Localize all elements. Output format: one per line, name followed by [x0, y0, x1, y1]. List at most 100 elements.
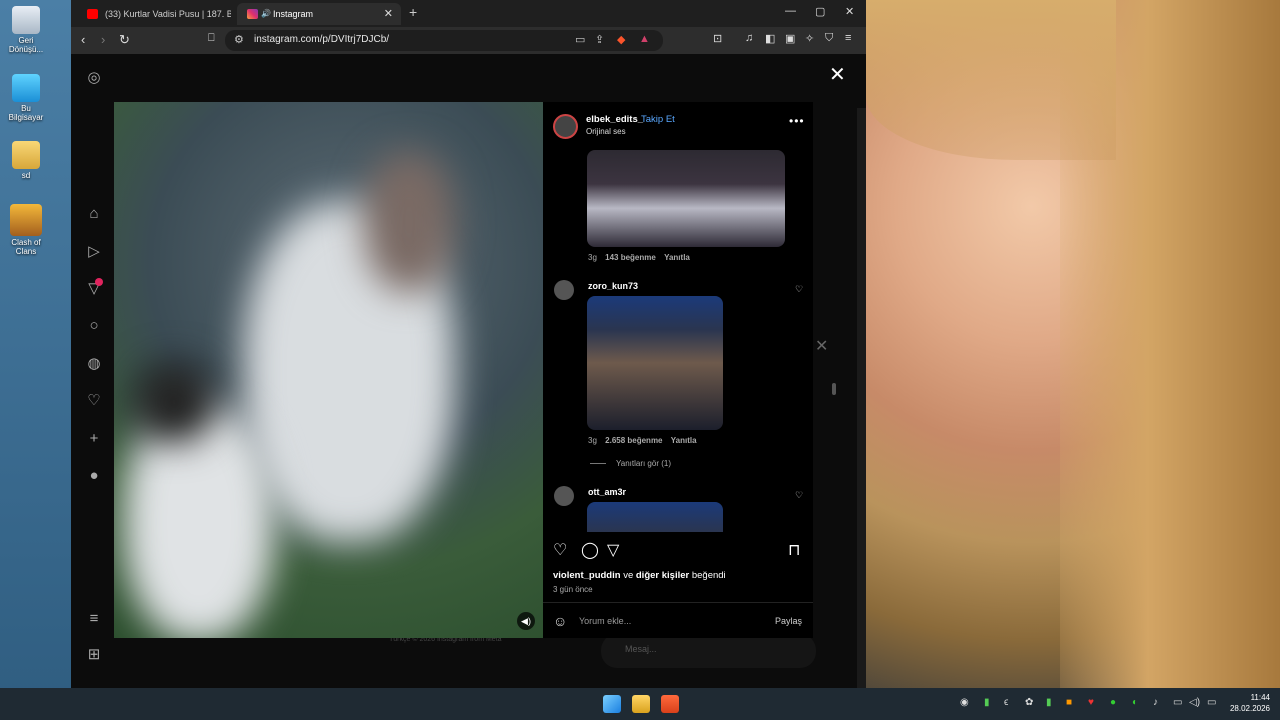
reply-button[interactable]: Yanıtla	[664, 253, 690, 262]
mute-toggle-icon[interactable]: ◀)	[517, 612, 535, 630]
reels-icon[interactable]: ▷	[85, 243, 103, 261]
comment-like-icon[interactable]: ♡	[795, 284, 803, 295]
also-from-meta-icon[interactable]: ⊞	[85, 646, 103, 664]
tray-app-icon[interactable]: ◉	[960, 697, 969, 708]
liked-by-suffix: beğendi	[689, 570, 726, 581]
instagram-icon	[247, 9, 258, 19]
share-icon[interactable]: ⇪	[595, 33, 604, 46]
tab-youtube[interactable]: (33) Kurtlar Vadisi Pusu | 187. Bölüm	[77, 3, 231, 25]
brave-rewards-icon[interactable]: ▲	[639, 33, 650, 45]
wallet-icon[interactable]: ▣	[785, 32, 795, 45]
brave-browser-icon[interactable]	[661, 695, 679, 713]
reload-icon[interactable]: ↻	[119, 32, 130, 48]
share-icon[interactable]: ▽	[607, 540, 619, 560]
messages-icon[interactable]: ▽	[85, 278, 103, 298]
author-avatar[interactable]	[553, 114, 578, 139]
comment-age: 3g	[588, 253, 597, 262]
background-message-bar: Mesaj...	[601, 634, 816, 668]
separator-dot: •	[633, 114, 637, 124]
minimize-button[interactable]: —	[785, 5, 796, 17]
tray-app-icon[interactable]: ◐	[1132, 697, 1138, 708]
menu-icon[interactable]: ≡	[845, 32, 851, 44]
tab-search-icon[interactable]: ⊡	[713, 32, 722, 45]
cast-icon[interactable]: ▭	[575, 33, 585, 46]
more-options-icon[interactable]: •••	[789, 114, 805, 128]
more-menu-icon[interactable]: ≡	[85, 610, 103, 628]
window-close-button[interactable]: ✕	[845, 5, 854, 18]
speaker-icon[interactable]: 🔊	[261, 3, 271, 25]
forward-icon[interactable]: ›	[101, 32, 105, 47]
emoji-icon[interactable]: ☺	[553, 613, 567, 629]
volume-icon[interactable]: ◁)	[1189, 697, 1200, 708]
taskbar: ◉ ▮ ϵ ✿ ▮ ■ ♥ ● ◐ ♪ ▭ ◁) ▭ 11:44 28.02.2…	[0, 688, 1280, 720]
explore-icon[interactable]: ◍	[85, 355, 103, 373]
tray-app-icon[interactable]: ♥	[1088, 697, 1094, 708]
like-icon[interactable]: ♡	[553, 540, 567, 560]
tray-app-icon[interactable]: ▮	[984, 697, 990, 708]
start-icon[interactable]	[603, 695, 621, 713]
comment-like-icon[interactable]: ♡	[795, 490, 803, 501]
tray-app-icon[interactable]: ϵ	[1004, 697, 1008, 708]
desktop-icon-recycle-bin[interactable]: Geri Dönüşü...	[4, 6, 48, 54]
liked-by-others[interactable]: diğer kişiler	[636, 570, 689, 581]
commenter-username[interactable]: ott_am3r	[588, 487, 626, 497]
url-text[interactable]: instagram.com/p/DVItrj7DJCb/	[254, 34, 389, 45]
tab-title: Instagram	[273, 9, 314, 19]
commenter-username[interactable]: zoro_kun73	[588, 281, 638, 291]
back-icon[interactable]: ‹	[81, 32, 85, 47]
comment-gif[interactable]	[587, 296, 723, 430]
battery-icon[interactable]: ▭	[1207, 697, 1216, 708]
computer-icon	[12, 74, 40, 102]
desktop-icon-clash-of-clans[interactable]: Clash of Clans	[4, 204, 48, 256]
instagram-logo-icon[interactable]: ◎	[85, 69, 103, 87]
comment-likes[interactable]: 2.658 beğenme	[605, 436, 662, 445]
vpn-icon[interactable]: ⛉	[825, 32, 833, 45]
new-tab-button[interactable]: +	[409, 4, 417, 20]
page-scrollbar[interactable]	[857, 108, 866, 720]
network-icon[interactable]: ▭	[1173, 697, 1182, 708]
site-settings-icon[interactable]: ⚙	[234, 33, 244, 46]
leo-ai-icon[interactable]: ✧	[805, 32, 814, 45]
tray-app-icon[interactable]: ✿	[1025, 697, 1033, 708]
comment-input[interactable]: Yorum ekle...	[579, 616, 631, 626]
brave-shield-icon[interactable]: ◆	[617, 33, 625, 46]
notifications-icon[interactable]: ♡	[85, 392, 103, 410]
tray-app-icon[interactable]: ■	[1066, 697, 1072, 708]
tray-app-icon[interactable]: ▮	[1046, 697, 1052, 708]
post-video[interactable]: ◀)	[114, 102, 543, 638]
microphone-icon[interactable]: ♪	[1153, 697, 1158, 708]
liked-by-user[interactable]: violent_puddin	[553, 570, 621, 581]
close-modal-icon[interactable]: ✕	[829, 62, 846, 87]
profile-avatar-icon[interactable]: ●	[85, 467, 103, 485]
reply-button[interactable]: Yanıtla	[671, 436, 697, 445]
view-replies-button[interactable]: Yanıtları gör (1)	[590, 459, 671, 468]
audio-label[interactable]: Orijinal ses	[586, 127, 626, 136]
file-explorer-icon[interactable]	[632, 695, 650, 713]
post-comment-button[interactable]: Paylaş	[775, 616, 802, 626]
comment-gif[interactable]	[587, 502, 723, 532]
comment-gif[interactable]	[587, 150, 785, 247]
comment-meta: 3g 143 beğenme Yanıtla	[588, 253, 690, 262]
commenter-avatar[interactable]	[554, 486, 574, 506]
save-icon[interactable]: ⊓	[788, 540, 800, 560]
desktop-icon-this-pc[interactable]: Bu Bilgisayar	[4, 74, 48, 122]
media-icon[interactable]: ♫	[745, 32, 753, 44]
browser-window: (33) Kurtlar Vadisi Pusu | 187. Bölüm 🔊 …	[71, 0, 866, 720]
comment-icon[interactable]: ◯	[581, 540, 599, 560]
tray-app-icon[interactable]: ●	[1110, 697, 1116, 708]
tab-instagram[interactable]: 🔊 Instagram ✕	[237, 3, 401, 25]
search-icon[interactable]: ○	[85, 317, 103, 335]
follow-button[interactable]: Takip Et	[641, 114, 675, 125]
create-icon[interactable]: +	[85, 430, 103, 448]
instagram-sidebar: ◎ ⌂ ▷ ▽ ○ ◍ ♡ + ● ≡ ⊞	[71, 54, 115, 688]
comment-likes[interactable]: 143 beğenme	[605, 253, 656, 262]
bookmark-icon[interactable]: ⎕	[208, 32, 215, 45]
maximize-button[interactable]: ▢	[815, 5, 825, 18]
sidebar-icon[interactable]: ◧	[765, 32, 775, 45]
close-tab-icon[interactable]: ✕	[384, 3, 393, 25]
address-bar[interactable]: ⚙ instagram.com/p/DVItrj7DJCb/ ▭ ⇪ ◆ ▲	[225, 30, 663, 51]
system-clock[interactable]: 11:44 28.02.2026	[1230, 692, 1270, 714]
desktop-icon-folder[interactable]: sd	[4, 141, 48, 180]
commenter-avatar[interactable]	[554, 280, 574, 300]
home-icon[interactable]: ⌂	[85, 205, 103, 223]
